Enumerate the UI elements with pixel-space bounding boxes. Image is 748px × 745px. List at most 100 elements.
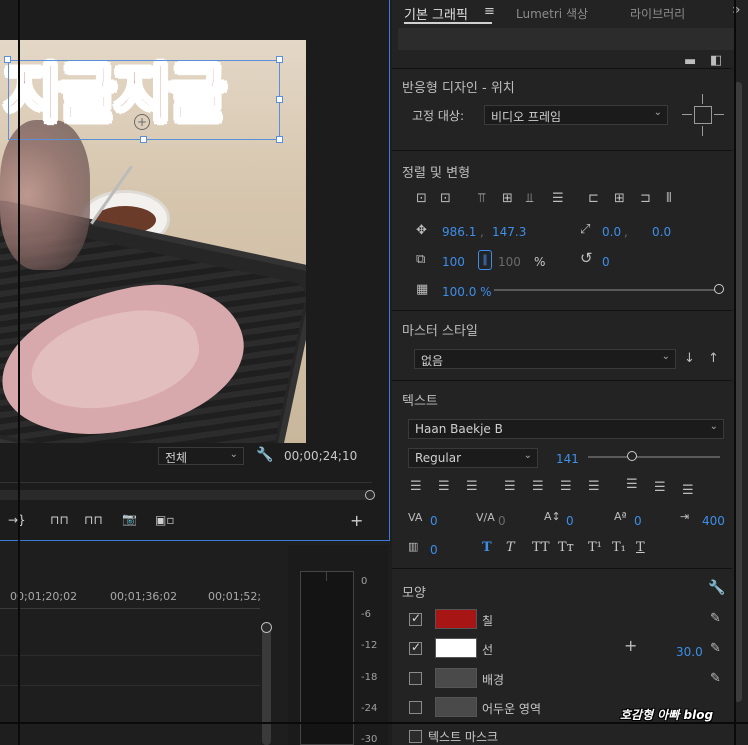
all-caps-button[interactable]: TT [532,540,550,555]
stroke-checkbox[interactable] [409,640,422,655]
responsive-design-title: 반응형 디자인 - 위치 [402,81,515,96]
wrench-icon[interactable]: 🔧 [708,581,725,595]
folder-icon[interactable]: ▬ [684,55,696,68]
scale-value[interactable]: 100 [442,255,465,269]
baseline-shift-value[interactable]: 0 [634,514,642,528]
anchor-point-icon[interactable]: + [134,114,150,130]
push-style-down-icon[interactable]: ↓ [684,352,695,365]
align-text-left-icon[interactable]: ☰ [410,480,422,493]
extract-icon[interactable]: ⊓⊓ [84,513,103,527]
align-text-bottom-icon[interactable]: ☰ [682,484,694,497]
shadow-checkbox[interactable] [409,701,422,714]
align-text-middle-icon[interactable]: ☰ [654,481,666,494]
opacity-slider-handle[interactable] [714,284,724,294]
anchor-y[interactable]: 0.0 [652,225,671,239]
fill-color-swatch[interactable] [435,609,477,629]
lift-icon[interactable]: ⊓⊓ [50,513,69,527]
justify-last-right-icon[interactable]: ☰ [560,480,572,493]
align-right-icon[interactable]: ⊐ [640,192,651,205]
new-layer-icon[interactable]: ◧ [710,54,722,67]
compare-icon[interactable]: ▣▫ [155,513,174,527]
position-x[interactable]: 986.1 [442,225,476,239]
font-size-value[interactable]: 141 [556,452,579,466]
align-text-right-icon[interactable]: ☰ [466,480,478,493]
timeline-panel: 00;01;20;02 00;01;36;02 00;01;52; [0,545,285,745]
insert-icon[interactable]: →} [8,513,26,527]
tab-essential-graphics[interactable]: 기본 그래픽 [404,4,468,23]
font-style-dropdown[interactable]: Regular ⌄ [408,448,538,468]
timeline-scroll-handle[interactable] [261,622,272,633]
video-frame[interactable]: 지글지글 + [0,40,306,443]
align-left-icon[interactable]: ⊏ [588,192,599,205]
text-mask-checkbox[interactable] [409,730,422,743]
link-scale-icon[interactable]: ∥ [478,250,492,270]
superscript-button[interactable]: T¹ [588,540,602,555]
tsume-value[interactable]: 0 [430,543,438,557]
zoom-dropdown[interactable]: 전체 ⌄ [158,447,244,465]
opacity-value[interactable]: 100.0 % [442,285,492,299]
add-stroke-icon[interactable]: + [624,638,637,654]
justify-all-icon[interactable]: ☰ [588,480,600,493]
justify-last-left-icon[interactable]: ☰ [504,480,516,493]
rotation-value[interactable]: 0 [602,255,610,269]
timeline-scrollbar[interactable] [262,625,271,745]
scrub-bar[interactable] [0,490,372,500]
pin-edges-widget[interactable] [680,92,726,138]
font-dropdown[interactable]: Haan Baekje B ⌄ [408,419,724,439]
font-size-slider-handle[interactable] [626,451,637,461]
background-color-swatch[interactable] [435,668,477,688]
scale-linked-value[interactable]: 100 [498,255,521,269]
tab-lumetri-color[interactable]: Lumetri 색상 [516,5,588,22]
background-eyedropper-icon[interactable]: ✎ [710,672,721,685]
program-timecode[interactable]: 00;00;24;10 [284,449,357,463]
layer-list[interactable] [398,28,734,50]
subscript-button[interactable]: T₁ [612,540,626,555]
align-vertical-center-icon[interactable]: ⊡ [416,192,427,205]
stroke-color-swatch[interactable] [435,638,477,658]
distribute-vertical-icon[interactable]: ☰ [552,192,564,205]
shadow-color-swatch[interactable] [435,697,477,717]
font-style-value: Regular [415,451,462,465]
push-style-up-icon[interactable]: ↑ [708,352,719,365]
align-center-icon[interactable]: ⊞ [614,192,625,205]
fill-label: 칠 [482,614,494,628]
fill-eyedropper-icon[interactable]: ✎ [710,612,721,625]
scrub-end-handle[interactable] [365,490,375,500]
faux-italic-button[interactable]: T [506,540,515,555]
align-horizontal-center-icon[interactable]: ⊡ [440,192,451,205]
faux-bold-button[interactable]: T [482,540,492,555]
kerning-icon: V/A [476,511,495,524]
fill-checkbox[interactable] [409,611,422,626]
wrench-icon[interactable]: 🔧 [256,448,273,462]
camera-icon[interactable]: 📷 [122,512,137,526]
tab-width-value[interactable]: 400 [702,514,725,528]
leading-value[interactable]: 0 [566,514,574,528]
align-middle-icon[interactable]: ⊞ [502,192,513,205]
align-text-center-icon[interactable]: ☰ [438,480,450,493]
small-caps-button[interactable]: Tт [558,540,574,555]
font-size-slider-track[interactable] [588,456,720,458]
justify-last-center-icon[interactable]: ☰ [532,480,544,493]
background-checkbox[interactable] [409,672,422,685]
stroke-eyedropper-icon[interactable]: ✎ [710,642,721,655]
tab-menu-icon[interactable]: ≡ [484,4,495,19]
align-text-top-icon[interactable]: ☰ [626,478,638,491]
master-style-value: 없음 [421,354,444,368]
scale-unit: % [534,255,546,269]
kerning-value[interactable]: 0 [498,514,506,528]
distribute-horizontal-icon[interactable]: ⦀ [666,192,672,205]
tab-libraries[interactable]: 라이브러리 [630,5,685,22]
stroke-label: 선 [482,643,494,657]
anchor-x[interactable]: 0.0 [602,225,621,239]
position-y[interactable]: 147.3 [492,225,526,239]
align-bottom-icon[interactable]: ⫫ [526,192,533,205]
underline-button[interactable]: T [636,540,645,555]
pin-to-dropdown[interactable]: 비디오 프레임 ⌄ [484,105,668,125]
align-top-icon[interactable]: ⫪ [478,192,485,205]
master-style-dropdown[interactable]: 없음 ⌄ [414,349,676,369]
add-button-icon[interactable]: + [350,511,363,530]
stroke-width-value[interactable]: 30.0 [676,645,703,659]
tracking-value[interactable]: 0 [430,514,438,528]
opacity-slider-track[interactable] [494,289,720,291]
tsume-icon: ▥ [408,540,419,553]
